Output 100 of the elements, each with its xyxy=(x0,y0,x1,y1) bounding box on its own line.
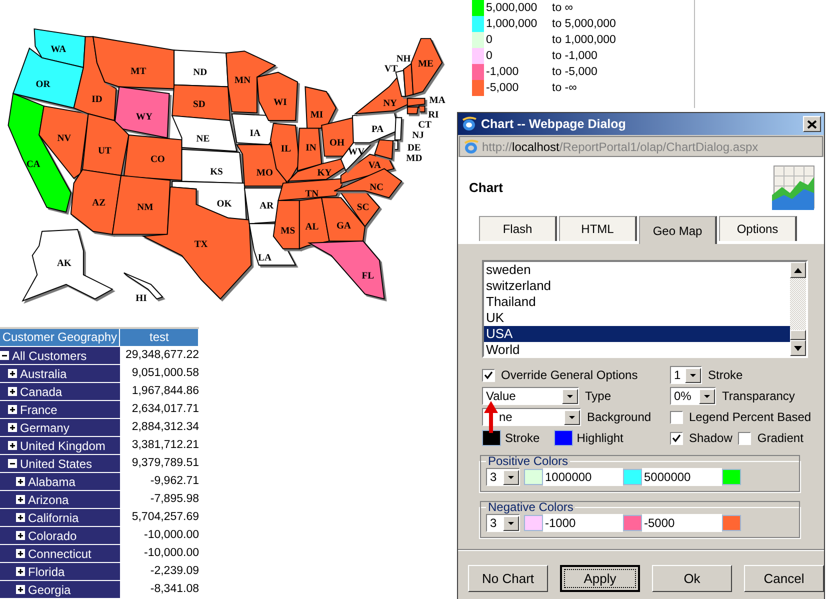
list-item[interactable]: World xyxy=(484,342,790,358)
tab[interactable]: Geo Map xyxy=(639,216,717,244)
state-label: AR xyxy=(260,200,274,212)
column-header: test xyxy=(120,329,198,346)
expand-icon[interactable] xyxy=(8,405,17,414)
list-item[interactable]: sweden xyxy=(484,262,790,278)
state-label: NC xyxy=(370,182,384,193)
count-select[interactable]: 3 xyxy=(486,514,520,532)
expand-icon[interactable] xyxy=(8,423,17,432)
scrollbar[interactable] xyxy=(790,262,806,356)
dialog-button[interactable]: Cancel xyxy=(744,565,824,592)
color-swatch[interactable] xyxy=(623,515,642,531)
expand-icon[interactable] xyxy=(8,387,17,396)
state-label: MT xyxy=(130,66,146,78)
scroll-thumb[interactable] xyxy=(790,330,806,340)
column-header: Customer Geography xyxy=(0,329,120,346)
expand-icon[interactable] xyxy=(16,513,25,522)
state-label: MN xyxy=(234,74,251,86)
close-button[interactable] xyxy=(803,116,821,132)
background-select[interactable]: ne xyxy=(482,408,581,426)
state-label: NM xyxy=(137,202,154,214)
color-swatch[interactable] xyxy=(722,469,741,485)
scroll-up-icon[interactable] xyxy=(794,268,802,272)
list-item[interactable]: USA xyxy=(484,326,790,342)
state-label: ID xyxy=(92,94,102,106)
dialog-button[interactable]: Apply xyxy=(560,565,640,592)
type-select[interactable]: Value xyxy=(482,387,579,405)
list-item[interactable]: UK xyxy=(484,310,790,326)
tab[interactable]: Flash xyxy=(479,216,557,241)
row-label: United Kingdom xyxy=(20,438,106,452)
state-label: NH xyxy=(396,54,411,65)
list-item[interactable]: Thailand xyxy=(484,294,790,310)
state-label: NV xyxy=(57,132,72,144)
checkbox[interactable] xyxy=(670,410,683,424)
expand-icon[interactable] xyxy=(8,369,17,378)
expand-icon[interactable] xyxy=(16,549,25,558)
expand-icon[interactable] xyxy=(8,441,17,450)
state-label: OH xyxy=(330,138,345,149)
group-title: Negative Colors xyxy=(487,500,574,514)
state-label: GA xyxy=(336,220,351,232)
up-arrow-icon xyxy=(484,401,498,433)
expand-icon[interactable] xyxy=(16,531,25,540)
legend-from: -1,000 xyxy=(486,66,520,78)
expand-icon[interactable] xyxy=(16,567,25,576)
count-select[interactable]: 3 xyxy=(486,468,520,486)
tab[interactable]: Options xyxy=(719,216,797,241)
color-swatch[interactable] xyxy=(524,515,543,531)
state-label: AL xyxy=(305,221,319,232)
threshold-field[interactable]: 5000000 xyxy=(642,468,722,486)
state-label: VA xyxy=(368,160,381,171)
threshold-field[interactable]: -1000 xyxy=(543,514,623,532)
row-label: Germany xyxy=(20,420,70,434)
checkbox-label: Legend Percent Based xyxy=(689,410,812,424)
checkbox[interactable] xyxy=(738,432,752,444)
state-label: PA xyxy=(371,124,384,136)
color-swatch[interactable] xyxy=(482,430,501,446)
collapse-icon[interactable] xyxy=(0,351,9,360)
state-label: KS xyxy=(210,166,223,178)
state-label: NJ xyxy=(412,130,424,141)
list-item[interactable]: switzerland xyxy=(484,278,790,294)
state-label: MA xyxy=(429,95,446,106)
state-label: HI xyxy=(136,292,147,304)
dialog-button[interactable]: No Chart xyxy=(468,565,548,592)
legend-to: to -∞ xyxy=(552,82,577,94)
state-label: MD xyxy=(406,153,422,164)
color-swatch[interactable] xyxy=(554,430,573,446)
row-label: Connecticut xyxy=(28,546,92,560)
override-checkbox[interactable] xyxy=(482,368,495,382)
row-label: United States xyxy=(20,456,92,470)
state-label: ME xyxy=(418,58,434,70)
state-label: OK xyxy=(216,198,232,210)
state-label: OR xyxy=(36,78,50,90)
expand-icon[interactable] xyxy=(16,585,25,594)
state-label: MS xyxy=(280,225,296,236)
dialog-button[interactable]: Ok xyxy=(652,565,732,592)
stroke-width-select[interactable]: 1 xyxy=(670,366,702,384)
collapse-icon[interactable] xyxy=(8,459,17,468)
state-label: MO xyxy=(256,167,273,178)
close-icon[interactable] xyxy=(807,120,817,128)
state-label: WA xyxy=(50,44,66,56)
legend-to: to ∞ xyxy=(552,2,573,14)
row-label: Alabama xyxy=(28,474,76,488)
color-swatch[interactable] xyxy=(623,469,642,485)
threshold-field[interactable]: 1000000 xyxy=(543,468,623,486)
tab[interactable]: HTML xyxy=(559,216,637,241)
color-swatch[interactable] xyxy=(722,515,741,531)
state-label: SC xyxy=(356,202,370,214)
color-swatch[interactable] xyxy=(524,469,543,485)
checkbox-label: Gradient xyxy=(757,431,804,445)
chart-icon xyxy=(770,164,816,210)
checkbox[interactable] xyxy=(670,432,683,444)
transparency-select[interactable]: 0% xyxy=(670,387,716,405)
expand-icon[interactable] xyxy=(16,477,25,486)
state-label: WV xyxy=(348,146,365,158)
state-label: CA xyxy=(26,158,40,170)
legend-from: -5,000 xyxy=(486,82,520,94)
threshold-field[interactable]: -5000 xyxy=(642,514,722,532)
scroll-down-icon[interactable] xyxy=(794,346,802,350)
field-label: Type xyxy=(585,389,612,403)
expand-icon[interactable] xyxy=(16,495,25,504)
